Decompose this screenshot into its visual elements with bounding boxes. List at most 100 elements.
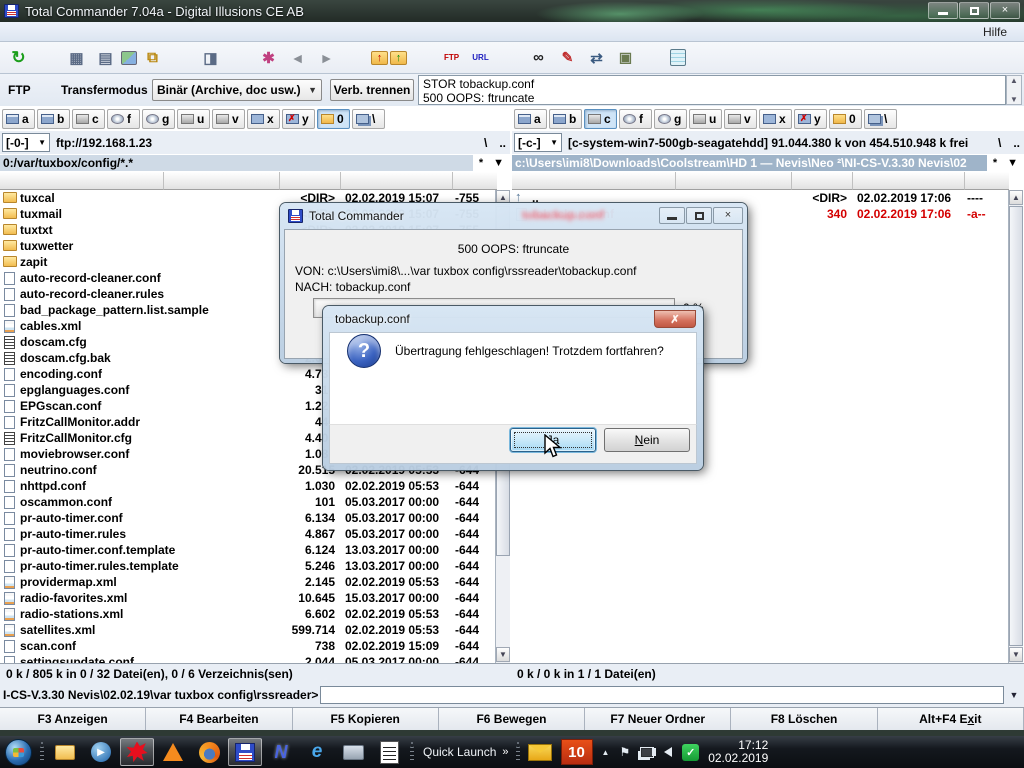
scrollbar-right[interactable]: ▲ ▼ — [1008, 190, 1023, 663]
menu-item[interactable] — [18, 22, 36, 41]
column-header[interactable] — [512, 172, 676, 190]
close-button[interactable]: × — [990, 2, 1020, 19]
drive-button[interactable]: g — [142, 109, 175, 129]
toolbar-separator[interactable] — [641, 45, 668, 71]
star-button[interactable]: * — [993, 157, 997, 169]
restore-button[interactable] — [686, 207, 712, 224]
pr-auto-timer.conf[interactable]: pr-auto-timer.conf 6.134 05.03.2017 00:0… — [0, 510, 496, 526]
minimize-button[interactable] — [928, 2, 958, 19]
star-button[interactable]: * — [479, 157, 483, 169]
close-button[interactable]: × — [713, 207, 743, 224]
function-key-button[interactable]: F8 Löschen — [731, 708, 877, 730]
neutrino-wave-icon[interactable]: N — [264, 738, 298, 766]
function-key-button[interactable]: F3 Anzeigen — [0, 708, 146, 730]
root-dir-button[interactable]: \ — [998, 136, 1001, 150]
toolbar-separator[interactable] — [409, 45, 436, 71]
wildcard-select-icon[interactable]: ✱ — [255, 45, 282, 71]
menu-item[interactable] — [72, 22, 90, 41]
transfer-mode-select[interactable]: Binär (Archive, doc usw.) ▼ — [152, 79, 322, 101]
scroll-up-icon[interactable]: ▲ — [1010, 76, 1018, 85]
drive-combo-right[interactable]: [-c-] ▼ — [514, 133, 562, 152]
url-connect-icon[interactable]: URL — [467, 45, 494, 71]
drive-combo-left[interactable]: [-0-] ▼ — [2, 133, 50, 152]
clipboard-icon[interactable]: ▣ — [612, 45, 639, 71]
column-header[interactable] — [280, 172, 341, 190]
drive-button[interactable]: 0 — [317, 109, 350, 129]
toolbar-separator[interactable] — [168, 45, 195, 71]
minimize-button[interactable] — [659, 207, 685, 224]
volume-icon[interactable] — [664, 747, 672, 757]
sync-dirs-icon[interactable]: ⇄ — [583, 45, 610, 71]
scroll-down-icon[interactable]: ▼ — [1010, 95, 1018, 104]
column-header[interactable] — [341, 172, 453, 190]
update-check-icon[interactable]: ✓ — [682, 744, 699, 761]
drive-button[interactable]: \ — [352, 109, 385, 129]
function-key-button[interactable]: Alt+F4 Exit — [878, 708, 1024, 730]
drive-button[interactable]: y — [794, 109, 827, 129]
explorer-icon[interactable] — [48, 738, 82, 766]
scan.conf[interactable]: scan.conf 738 02.02.2019 15:09 -644 — [0, 638, 496, 654]
function-key-button[interactable]: F7 Neuer Ordner — [585, 708, 731, 730]
ftp-connect-icon[interactable]: FTP — [438, 45, 465, 71]
column-header[interactable] — [453, 172, 497, 190]
restore-button[interactable] — [959, 2, 989, 19]
mail-icon[interactable] — [528, 744, 552, 761]
forward-icon[interactable]: ► — [313, 45, 340, 71]
drive-button[interactable]: y — [282, 109, 315, 129]
dialog-title-bar[interactable]: Total Commander tobackup.conf × — [280, 203, 747, 228]
radio-stations.xml[interactable]: radio-stations.xml 6.602 02.02.2019 05:5… — [0, 606, 496, 622]
firefox-icon[interactable] — [192, 738, 226, 766]
scroll-down-icon[interactable]: ▼ — [1009, 647, 1023, 662]
parent-dir-button[interactable]: .. — [1013, 136, 1020, 150]
notepad-icon[interactable] — [670, 49, 686, 66]
current-path[interactable]: c:\Users\imi8\Downloads\Coolstream\HD 1 … — [512, 155, 987, 171]
scroll-down-icon[interactable]: ▼ — [496, 647, 510, 662]
column-header[interactable] — [853, 172, 965, 190]
drive-button[interactable]: x — [759, 109, 792, 129]
menu-item[interactable] — [108, 22, 126, 41]
vlc-icon[interactable] — [156, 738, 190, 766]
settingsupdate.conf[interactable]: settingsupdate.conf 2.044 05.03.2017 00:… — [0, 654, 496, 663]
menu-item[interactable] — [36, 22, 54, 41]
column-header[interactable] — [792, 172, 853, 190]
pr-auto-timer.rules.template[interactable]: pr-auto-timer.rules.template 5.246 13.03… — [0, 558, 496, 574]
action-center-flag-icon[interactable]: ⚑ — [619, 745, 630, 759]
red-cat-app-icon[interactable] — [120, 738, 154, 766]
function-key-button[interactable]: F5 Kopieren — [293, 708, 439, 730]
drive-button[interactable]: u — [689, 109, 722, 129]
providermap.xml[interactable]: providermap.xml 2.145 02.02.2019 05:53 -… — [0, 574, 496, 590]
drive-button[interactable]: a — [514, 109, 547, 129]
ftp-log-scrollbar[interactable]: ▲ ▼ — [1006, 75, 1022, 105]
search-icon[interactable]: ∞ — [525, 45, 552, 71]
drive-button[interactable]: b — [549, 109, 582, 129]
refresh-icon[interactable]: ↻ — [5, 45, 32, 71]
menu-item[interactable] — [90, 22, 108, 41]
toolbar-separator[interactable] — [34, 45, 61, 71]
drive-button[interactable]: 0 — [829, 109, 862, 129]
unpack-icon[interactable]: ↑ — [390, 51, 407, 65]
pr-auto-timer.rules[interactable]: pr-auto-timer.rules 4.867 05.03.2017 00:… — [0, 526, 496, 542]
notepad-doc-icon[interactable] — [372, 738, 406, 766]
dialog-title-bar[interactable]: tobackup.conf — [323, 306, 703, 332]
view-thumbnails-icon[interactable] — [121, 51, 137, 65]
taskbar-clock[interactable]: 17:12 02.02.2019 — [708, 739, 768, 765]
function-key-button[interactable]: F4 Bearbeiten — [146, 708, 292, 730]
path-bar-left[interactable]: 0:/var/tuxbox/config/*.* * ▼ — [0, 154, 510, 172]
column-header[interactable] — [164, 172, 280, 190]
menu-item-hilfe[interactable]: Hilfe — [974, 22, 1016, 41]
toolbar-separator[interactable] — [226, 45, 253, 71]
notification-badge[interactable]: 10 — [561, 739, 593, 765]
toolbar-separator[interactable] — [496, 45, 523, 71]
media-player-icon[interactable]: ▶ — [84, 738, 118, 766]
drive-button[interactable]: v — [724, 109, 757, 129]
drive-button[interactable]: v — [212, 109, 245, 129]
settop-box-icon[interactable] — [336, 738, 370, 766]
history-button[interactable]: ▼ — [1007, 157, 1018, 169]
view-tree-icon[interactable]: ⧉ — [139, 45, 166, 71]
toolbar-separator[interactable] — [342, 45, 369, 71]
scrollbar-thumb[interactable] — [1009, 206, 1023, 646]
scroll-up-icon[interactable]: ▲ — [1009, 190, 1023, 205]
pr-auto-timer.conf.template[interactable]: pr-auto-timer.conf.template 6.124 13.03.… — [0, 542, 496, 558]
column-header[interactable] — [965, 172, 1009, 190]
view-full-icon[interactable]: ▦ — [63, 45, 90, 71]
